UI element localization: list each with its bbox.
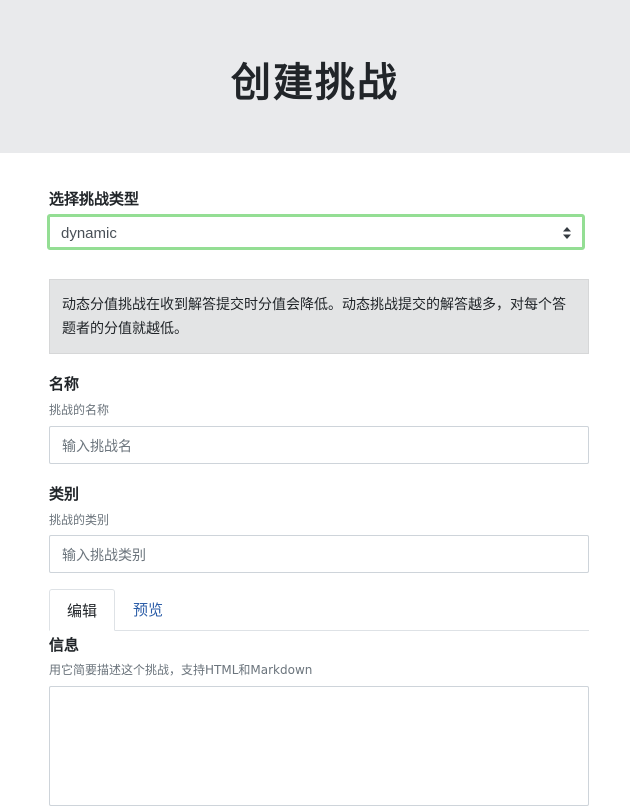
tab-edit[interactable]: 编辑 [49,589,115,631]
name-label: 名称 [49,375,80,393]
name-help-text: 挑战的名称 [49,403,110,417]
category-label: 类别 [49,485,80,503]
page-header: 创建挑战 [0,0,630,153]
name-input[interactable]: 输入挑战名 [49,426,589,464]
category-input[interactable]: 输入挑战类别 [49,535,589,573]
challenge-type-value: dynamic [61,225,117,242]
page-title: 创建挑战 [231,59,399,106]
message-label: 信息 [49,636,80,654]
challenge-type-description: 动态分值挑战在收到解答提交时分值会降低。动态挑战提交的解答越多，对每个答题者的分… [49,279,589,354]
message-textarea[interactable] [49,686,589,806]
challenge-type-select[interactable]: dynamic [47,214,585,250]
tab-preview[interactable]: 预览 [115,589,181,630]
name-input-placeholder: 输入挑战名 [62,439,132,455]
type-select-label: 选择挑战类型 [49,190,140,208]
editor-tabs: 编辑 预览 [49,589,589,631]
category-input-placeholder: 输入挑战类别 [62,548,146,564]
select-arrows-icon [563,227,571,239]
category-help-text: 挑战的类别 [49,513,110,527]
message-help-text: 用它简要描述这个挑战，支持HTML和Markdown [49,663,313,677]
